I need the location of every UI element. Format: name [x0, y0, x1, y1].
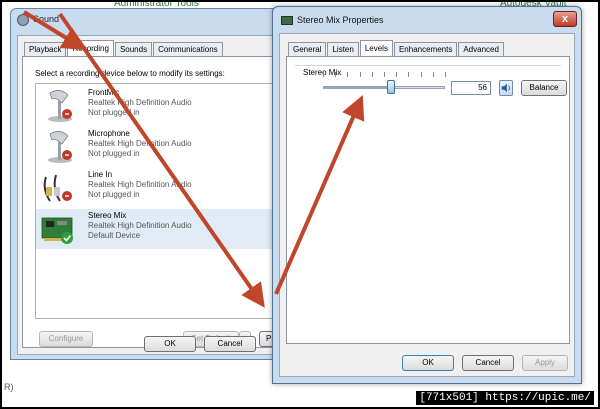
device-driver: Realtek High Definition Audio — [88, 221, 192, 230]
properties-window-title: Stereo Mix Properties — [297, 15, 384, 25]
slider-tick — [396, 72, 398, 77]
ok-button[interactable]: OK — [402, 355, 454, 371]
slider-tick — [335, 72, 337, 77]
properties-window: Stereo Mix Properties x General Listen L… — [272, 6, 582, 384]
device-name: FrontMic — [88, 88, 120, 97]
device-name: Microphone — [88, 129, 130, 138]
microphone-icon — [48, 90, 72, 122]
apply-button[interactable]: Apply — [522, 355, 568, 371]
properties-tabs: General Listen Levels Enhancements Advan… — [288, 40, 505, 56]
sound-window-title: Sound — [33, 14, 60, 24]
tab-levels[interactable]: Levels — [359, 40, 393, 56]
slider-tick — [359, 72, 361, 77]
configure-button[interactable]: Configure — [39, 331, 93, 347]
levels-panel: Stereo Mix 56 Balance — [286, 56, 570, 344]
screenshot-stage: Administrator Tools Autodesk Vault R) So… — [0, 0, 600, 409]
slider-tick — [347, 72, 349, 77]
slider-tick — [371, 72, 373, 77]
instruction-text: Select a recording device below to modif… — [35, 69, 225, 78]
device-driver: Realtek High Definition Audio — [88, 98, 192, 107]
device-driver: Realtek High Definition Audio — [88, 139, 192, 148]
slider-tick — [323, 72, 324, 77]
tab-sounds[interactable]: Sounds — [114, 42, 153, 56]
device-status: Not plugged in — [88, 149, 140, 158]
slider-ticks — [323, 72, 446, 78]
device-status: Default Device — [88, 231, 141, 240]
device-list[interactable]: FrontMic Realtek High Definition Audio N… — [35, 83, 295, 319]
tab-recording[interactable]: Recording — [67, 40, 114, 56]
sound-body: Playback Recording Sounds Communications… — [17, 35, 299, 355]
sound-window: Sound Playback Recording Sounds Communic… — [10, 8, 302, 360]
tab-enhancements[interactable]: Enhancements — [393, 42, 458, 56]
device-status: Not plugged in — [88, 190, 140, 199]
slider-tick — [384, 72, 385, 77]
stereo-mix-group: Stereo Mix 56 Balance — [295, 65, 567, 96]
tab-playback[interactable]: Playback — [24, 42, 67, 56]
slider-tick — [432, 72, 434, 77]
device-name: Line In — [88, 170, 113, 179]
desktop-fragment-3: R) — [4, 382, 14, 392]
tab-advanced[interactable]: Advanced — [458, 42, 504, 56]
sound-card-icon — [281, 16, 293, 25]
sound-titlebar[interactable]: Sound — [11, 9, 301, 31]
speaker-icon — [17, 14, 29, 26]
balance-button[interactable]: Balance — [521, 80, 567, 96]
mute-toggle[interactable] — [499, 80, 513, 96]
sound-tabs: Playback Recording Sounds Communications — [24, 40, 224, 56]
tab-communications[interactable]: Communications — [153, 42, 223, 56]
close-button[interactable]: x — [553, 11, 577, 27]
volume-slider-track[interactable] — [323, 86, 445, 89]
image-watermark: [771x501] https://upic.me/ — [416, 391, 594, 405]
list-item[interactable]: FrontMic Realtek High Definition Audio N… — [36, 86, 294, 126]
volume-input[interactable]: 56 — [451, 81, 491, 95]
line-in-cable-icon — [43, 174, 72, 202]
cancel-button[interactable]: Cancel — [462, 355, 514, 371]
tab-listen[interactable]: Listen — [327, 42, 359, 56]
volume-slider-fill — [324, 87, 392, 88]
device-name: Stereo Mix — [88, 211, 127, 220]
list-item[interactable]: Microphone Realtek High Definition Audio… — [36, 127, 294, 167]
properties-body: General Listen Levels Enhancements Advan… — [279, 33, 575, 377]
list-item[interactable]: Line In Realtek High Definition Audio No… — [36, 168, 294, 208]
slider-tick — [445, 72, 446, 77]
tab-general[interactable]: General — [288, 42, 327, 56]
sound-card-icon — [41, 217, 73, 244]
device-status: Not plugged in — [88, 108, 140, 117]
list-item-selected[interactable]: Stereo Mix Realtek High Definition Audio… — [36, 209, 294, 249]
device-driver: Realtek High Definition Audio — [88, 180, 192, 189]
recording-panel: Select a recording device below to modif… — [22, 56, 299, 348]
microphone-icon — [48, 131, 72, 163]
slider-tick — [420, 72, 422, 77]
cancel-button[interactable]: Cancel — [204, 336, 256, 352]
slider-tick — [408, 72, 410, 77]
volume-slider-thumb[interactable] — [387, 80, 396, 94]
speaker-icon — [501, 83, 510, 93]
ok-button[interactable]: OK — [144, 336, 196, 352]
properties-titlebar[interactable]: Stereo Mix Properties x — [273, 7, 581, 33]
